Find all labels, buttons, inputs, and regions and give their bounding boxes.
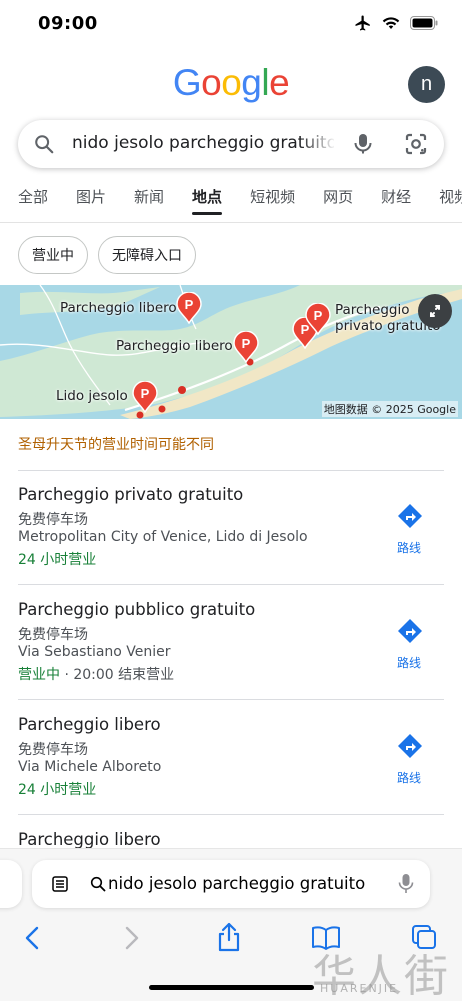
result-type: 免费停车场 (18, 512, 88, 528)
reader-icon[interactable] (50, 874, 70, 894)
result-address: Via Michele Alboreto (18, 759, 162, 775)
parking-pin-icon[interactable]: P (305, 303, 331, 335)
tab-videos[interactable]: 视频 (439, 186, 462, 218)
directions-label[interactable]: 路线 (397, 539, 421, 556)
battery-icon (410, 16, 438, 30)
result-hours: 24 小时营业 (18, 782, 97, 798)
map-label: Parcheggio libero (116, 338, 233, 354)
search-input[interactable]: nido jesolo parcheggio gratuito (72, 133, 334, 153)
result-title[interactable]: Parcheggio libero (18, 830, 161, 849)
directions-icon[interactable] (396, 617, 424, 645)
home-indicator (149, 985, 314, 990)
divider (18, 814, 444, 815)
result-title[interactable]: Parcheggio pubblico gratuito (18, 600, 255, 619)
parking-pin-icon[interactable]: P (132, 381, 158, 413)
map-expand-button[interactable] (418, 294, 452, 328)
logo-letter: l (261, 62, 270, 103)
logo-letter: e (269, 62, 290, 103)
svg-text:P: P (185, 297, 194, 312)
status-time: 09:00 (38, 13, 98, 34)
microphone-icon[interactable] (352, 132, 374, 156)
logo-letter: g (241, 62, 262, 103)
logo-letter: o (201, 62, 222, 103)
directions-label[interactable]: 路线 (397, 769, 421, 786)
google-logo[interactable]: Google (0, 62, 462, 104)
logo-letter: G (172, 62, 202, 103)
result-title[interactable]: Parcheggio libero (18, 715, 161, 734)
search-icon (90, 876, 106, 892)
directions-label[interactable]: 路线 (397, 654, 421, 671)
map-label: Parcheggio (335, 302, 410, 318)
closing-time: · 20:00 结束营业 (60, 667, 175, 683)
avatar[interactable]: n (408, 66, 445, 103)
svg-text:P: P (314, 308, 323, 323)
directions-icon[interactable] (396, 502, 424, 530)
open-status: 营业中 (18, 667, 60, 683)
tab-places[interactable]: 地点 (192, 186, 223, 218)
divider (18, 584, 444, 585)
share-icon[interactable] (216, 921, 242, 953)
search-fade (300, 126, 336, 162)
divider (18, 470, 444, 471)
tabs-divider (0, 222, 462, 223)
status-icons (354, 14, 438, 32)
result-type: 免费停车场 (18, 627, 88, 643)
svg-text:P: P (141, 386, 150, 401)
directions-icon[interactable] (396, 732, 424, 760)
forward-icon[interactable] (120, 925, 142, 951)
result-address: Via Sebastiano Venier (18, 644, 171, 660)
tab-short-videos[interactable]: 短视频 (250, 186, 295, 218)
expand-icon (430, 305, 440, 317)
wifi-icon (382, 17, 400, 29)
result-type: 免费停车场 (18, 742, 88, 758)
airplane-mode-icon (355, 15, 370, 31)
svg-text:P: P (242, 336, 251, 351)
divider (18, 699, 444, 700)
map-label: Parcheggio libero (60, 300, 177, 316)
camera-lens-icon[interactable] (404, 132, 428, 156)
chip-accessible-entrance[interactable]: 无障碍入口 (98, 236, 196, 274)
tab-web[interactable]: 网页 (323, 186, 353, 218)
watermark-text: HUARENJIE (320, 982, 399, 995)
tab-images[interactable]: 图片 (76, 186, 106, 218)
search-icon (35, 135, 54, 154)
parking-pin-icon[interactable]: P (176, 292, 202, 324)
previous-tab-preview[interactable] (0, 860, 22, 908)
tab-all[interactable]: 全部 (18, 186, 48, 218)
parking-pin-icon[interactable]: P (233, 331, 259, 363)
back-icon[interactable] (22, 925, 44, 951)
result-hours: 24 小时营业 (18, 552, 97, 568)
search-tabs: 全部 图片 新闻 地点 短视频 网页 财经 视频 (18, 186, 462, 218)
result-address: Metropolitan City of Venice, Lido di Jes… (18, 529, 308, 545)
tab-news[interactable]: 新闻 (134, 186, 164, 218)
result-title[interactable]: Parcheggio privato gratuito (18, 485, 243, 504)
result-hours: 营业中 · 20:00 结束营业 (18, 664, 174, 684)
address-text[interactable]: nido jesolo parcheggio gratuito (108, 874, 365, 893)
holiday-hours-notice: 圣母升天节的营业时间可能不同 (18, 437, 214, 453)
microphone-icon[interactable] (398, 873, 414, 895)
map-attribution: 地图数据 © 2025 Google (321, 401, 458, 417)
chip-open-now[interactable]: 营业中 (18, 236, 88, 274)
tab-finance[interactable]: 财经 (381, 186, 411, 218)
logo-letter: o (221, 62, 242, 103)
map-label: Lido jesolo (56, 388, 128, 404)
